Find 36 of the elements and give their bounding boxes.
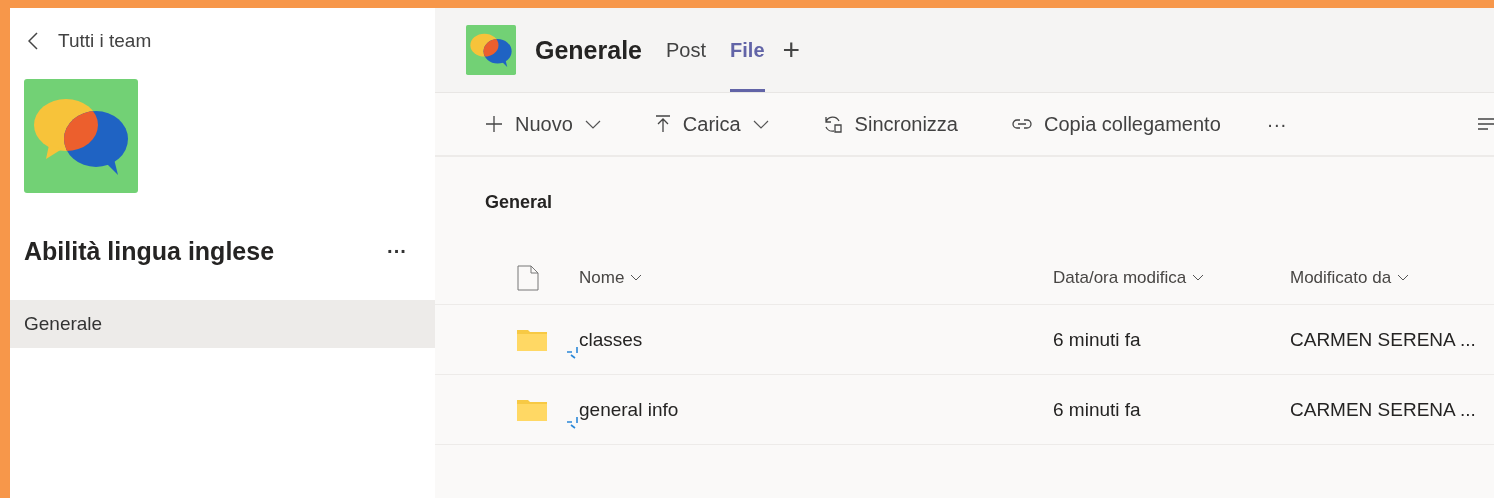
toolbar-button[interactable]: Sincronizza (822, 112, 958, 136)
toolbar-button[interactable]: Nuovo (485, 112, 601, 136)
team-name: Abilità lingua inglese (24, 237, 275, 266)
column-header[interactable]: Nome (579, 268, 643, 288)
channel-item[interactable]: Generale (10, 300, 435, 348)
team-logo-icon (466, 25, 516, 75)
toolbar-button[interactable]: Carica (654, 112, 769, 136)
file-name[interactable]: classes (579, 328, 643, 351)
more-button[interactable]: ··· (1266, 112, 1287, 136)
file-type-icon (517, 265, 539, 291)
back-icon (28, 32, 38, 50)
plus-icon (485, 115, 503, 133)
back-link[interactable]: Tutti i team (10, 8, 152, 52)
chevron-down-icon (630, 274, 643, 282)
sync-icon (822, 114, 843, 134)
channel-title: Generale (535, 35, 642, 65)
folder-icon (517, 328, 547, 351)
view-options-icon[interactable] (1478, 117, 1494, 131)
table-cell: 6 minuti fa (1053, 398, 1141, 420)
toolbar-button[interactable]: Copia collegamento (1012, 112, 1221, 136)
table-cell: 6 minuti fa (1053, 328, 1141, 350)
upload-icon (654, 115, 671, 133)
team-logo-icon (24, 79, 138, 193)
column-header[interactable]: Data/ora modifica (1053, 268, 1205, 288)
table-cell: CARMEN SERENA ... (1290, 328, 1476, 350)
chevron-down-icon (1397, 274, 1410, 282)
column-header[interactable]: Modificato da (1290, 268, 1410, 288)
table-cell: CARMEN SERENA ... (1290, 398, 1476, 420)
more-button[interactable]: ··· (387, 240, 407, 263)
add-tab-button[interactable]: + (782, 33, 801, 67)
chevron-down-icon (1192, 274, 1205, 282)
folder-icon (517, 398, 547, 421)
link-icon (1012, 117, 1032, 131)
tab[interactable]: Post (666, 8, 707, 92)
folder-title: General (485, 192, 554, 214)
file-name[interactable]: general info (579, 398, 679, 421)
